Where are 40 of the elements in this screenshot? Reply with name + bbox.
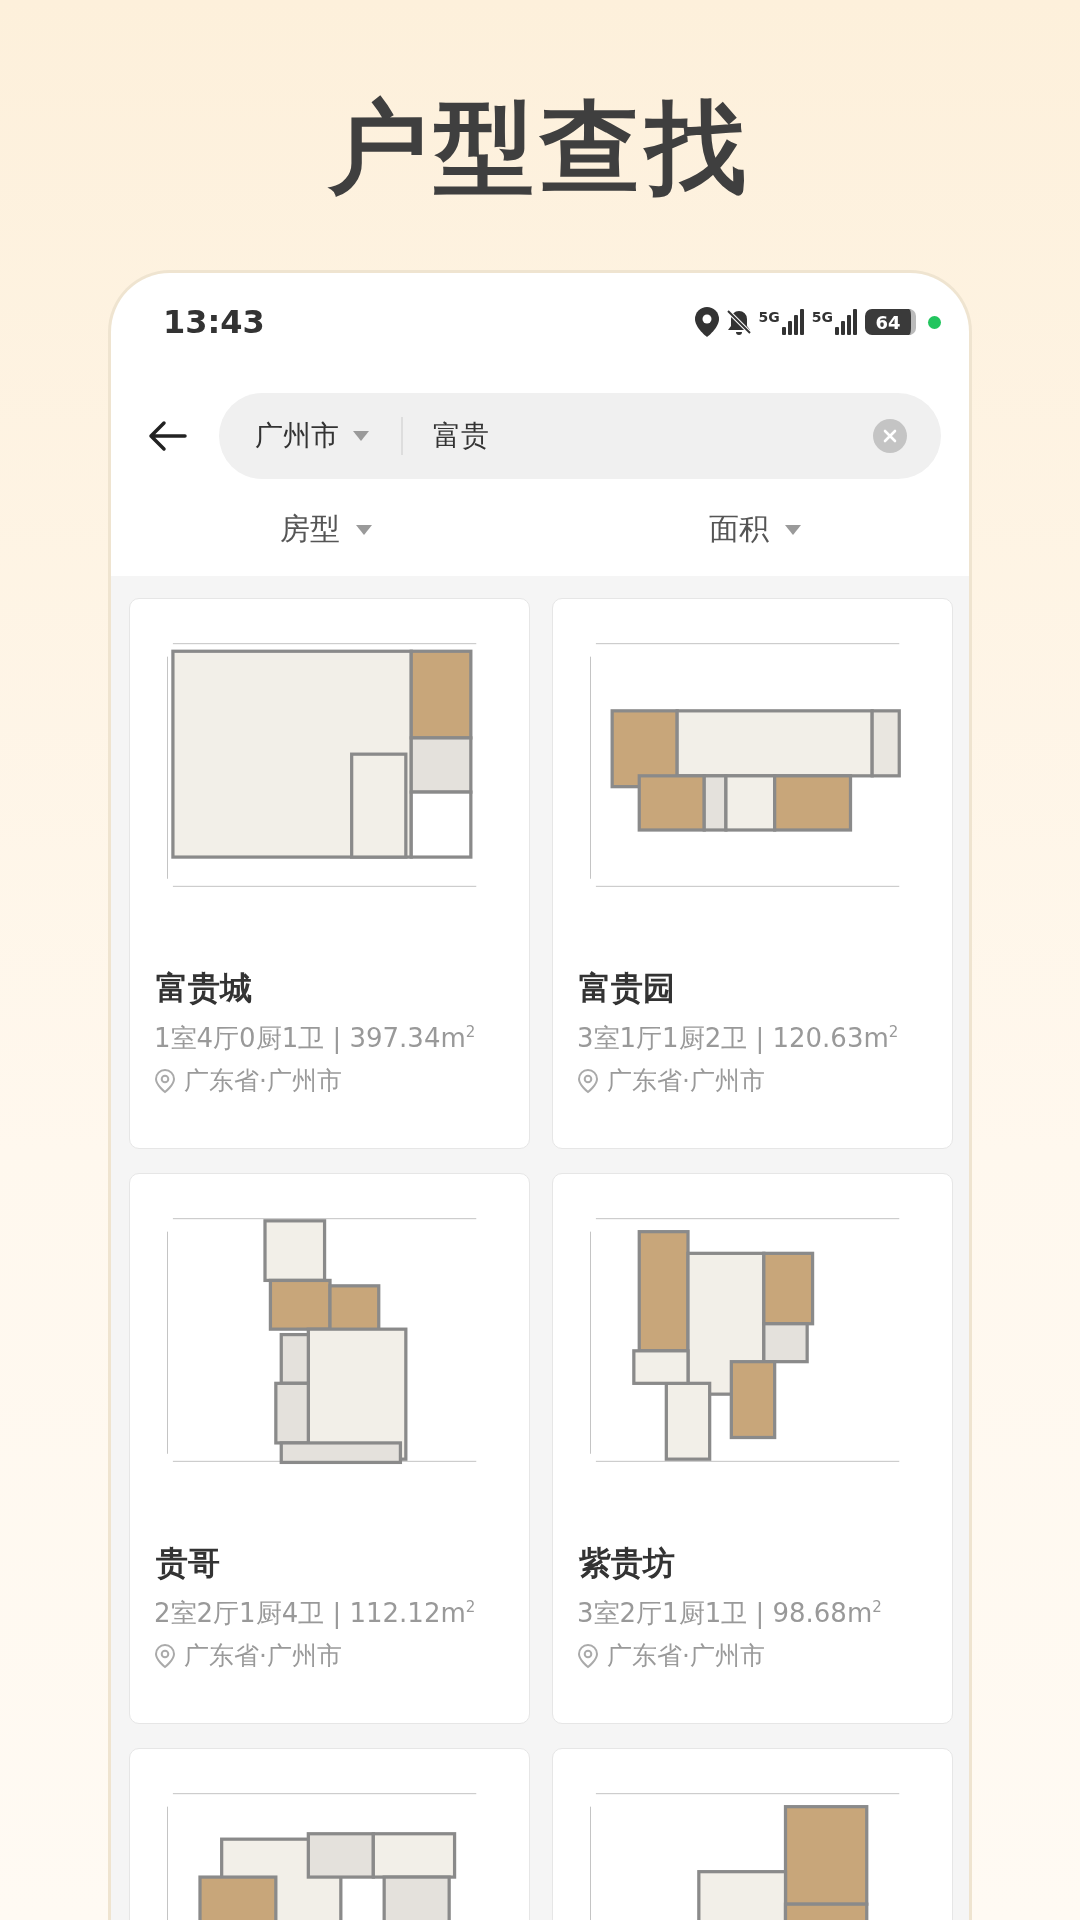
filter-dropdown[interactable]: 面积: [708, 505, 801, 554]
caret-icon: [353, 431, 369, 441]
search-field[interactable]: 广州市 富贵: [219, 393, 941, 479]
listing-layout: 1室4厅0厨1卫 | 397.34m$^{2}$: [154, 1022, 477, 1056]
location-pin-icon: [154, 1067, 176, 1094]
clear-button[interactable]: [873, 419, 907, 453]
listing-layout: 3室1厅1厨2卫 | 120.63m$^{2}$: [577, 1022, 900, 1056]
status-time: 13:43: [163, 303, 265, 341]
caret-icon: [355, 524, 372, 535]
signal-icon: [835, 309, 859, 335]
listing-location: 广东省·广州市: [184, 1640, 342, 1672]
back-button[interactable]: [147, 420, 187, 452]
network-label: 5G: [811, 309, 833, 325]
listing-location: 广东省·广州市: [184, 1065, 342, 1097]
location-pin-icon: [577, 1067, 599, 1094]
location-pin-icon: [577, 1642, 599, 1669]
listing-name: 紫贵坊: [579, 1543, 676, 1584]
listing-name: 富贵城: [156, 968, 253, 1009]
listing-name: 富贵园: [579, 968, 676, 1009]
bell-off-icon: [724, 308, 753, 336]
listing-card[interactable]: 贵哥 2室2厅1厨4卫 | 112.12m$^{2}$ 广东省·广州市: [129, 1173, 530, 1724]
listing-location: 广东省·广州市: [607, 1065, 765, 1097]
listing-card[interactable]: 富贵城 1室4厅0厨1卫 | 397.34m$^{2}$ 广东省·广州市: [129, 598, 530, 1149]
listing-layout: 2室2厅1厨4卫 | 112.12m$^{2}$: [154, 1597, 477, 1631]
caret-icon: [784, 524, 801, 535]
network-label: 5G: [758, 309, 780, 325]
close-icon: [882, 428, 898, 444]
status-dot: [928, 315, 941, 329]
listing-layout: 3室2厅1厨1卫 | 98.68m$^{2}$: [577, 1597, 883, 1631]
listing-location: 广东省·广州市: [607, 1640, 765, 1672]
listing-name: 贵哥: [156, 1543, 221, 1584]
city-dropdown[interactable]: 广州市: [255, 417, 369, 455]
battery-indicator: 64: [865, 309, 916, 335]
location-pin-icon: [154, 1642, 176, 1669]
listing-card[interactable]: 富贵园 3室1厅1厨2卫 | 120.63m$^{2}$ 广东省·广州市: [552, 598, 953, 1149]
location-icon: [694, 307, 719, 337]
filter-dropdown[interactable]: 房型: [279, 505, 372, 554]
page-title: 户型查找: [328, 88, 752, 208]
listing-card[interactable]: 紫贵坊 3室2厅1厨1卫 | 98.68m$^{2}$ 广东省·广州市: [552, 1173, 953, 1724]
signal-icon: [781, 309, 806, 335]
